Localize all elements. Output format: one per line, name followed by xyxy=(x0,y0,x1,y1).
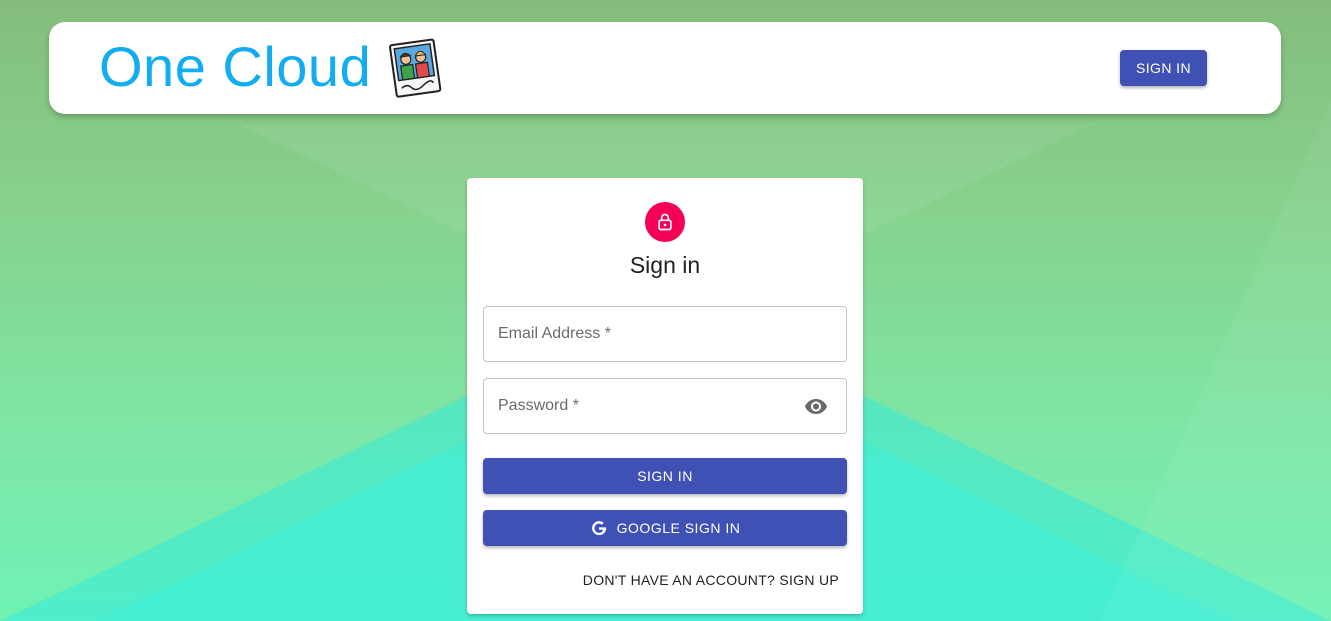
photo-frame-icon xyxy=(389,38,442,98)
email-input[interactable] xyxy=(484,307,846,361)
header-sign-in-button[interactable]: SIGN IN xyxy=(1120,50,1207,86)
email-field xyxy=(483,306,847,362)
eye-icon xyxy=(805,399,827,414)
google-sign-in-label: GOOGLE SIGN IN xyxy=(616,520,741,536)
sign-up-link[interactable]: DON'T HAVE AN ACCOUNT? SIGN UP xyxy=(583,572,839,588)
google-g-icon xyxy=(590,519,608,537)
app-header: One Cloud SIGN IN xyxy=(49,22,1281,114)
brand-title: One Cloud xyxy=(99,35,372,98)
brand: One Cloud xyxy=(99,36,445,98)
password-visibility-toggle[interactable] xyxy=(800,390,832,422)
sign-in-title: Sign in xyxy=(629,252,701,278)
password-input[interactable] xyxy=(484,379,846,433)
lock-avatar xyxy=(645,202,685,242)
sign-in-button[interactable]: SIGN IN xyxy=(483,458,847,494)
page-background: One Cloud SIGN IN Sign in Email Address … xyxy=(0,0,1331,621)
password-field xyxy=(483,378,847,434)
sign-in-card: Sign in SIGN IN GOOGLE SIGN IN DON'T HAV… xyxy=(467,178,863,614)
lock-icon xyxy=(658,213,672,231)
google-sign-in-button[interactable]: GOOGLE SIGN IN xyxy=(483,510,847,546)
